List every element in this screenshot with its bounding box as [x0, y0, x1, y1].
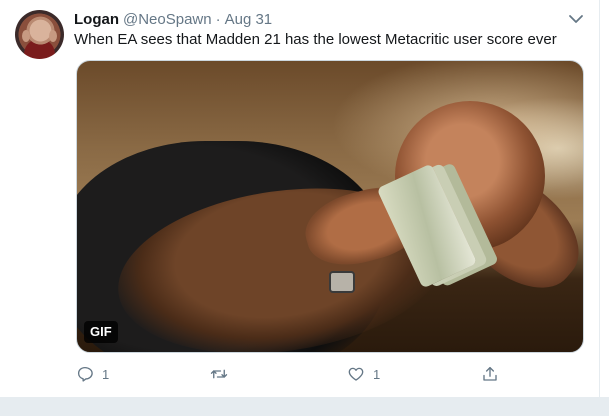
like-button[interactable]: 1: [347, 364, 380, 384]
author-handle[interactable]: @NeoSpawn: [123, 10, 212, 29]
author-name[interactable]: Logan: [74, 10, 119, 29]
tweet-date[interactable]: Aug 31: [225, 10, 273, 29]
share-icon: [483, 366, 497, 381]
retweet-button[interactable]: [210, 364, 228, 384]
like-count: 1: [373, 366, 381, 382]
retweet-icon: [210, 369, 228, 379]
reply-button[interactable]: 1: [76, 364, 109, 384]
gif-badge: GIF: [84, 321, 118, 343]
tweet-header: Logan @NeoSpawn · Aug 31: [74, 10, 272, 29]
reply-icon: [77, 366, 93, 382]
media-watch: [329, 271, 355, 293]
avatar-ear: [49, 30, 57, 42]
reply-count: 1: [102, 366, 110, 382]
tweet-text: When EA sees that Madden 21 has the lowe…: [74, 31, 557, 48]
heart-icon: [348, 367, 364, 381]
avatar[interactable]: [15, 10, 64, 59]
tweet-media-gif[interactable]: [76, 60, 584, 353]
header-separator: ·: [215, 11, 221, 28]
share-button[interactable]: [481, 364, 499, 384]
tweet-actions: 1 1: [0, 364, 600, 384]
tweet-card[interactable]: Logan @NeoSpawn · Aug 31 When EA sees th…: [0, 0, 600, 397]
chevron-down-icon[interactable]: [567, 12, 585, 26]
avatar-ear: [22, 30, 30, 42]
timeline-divider: [0, 397, 609, 416]
